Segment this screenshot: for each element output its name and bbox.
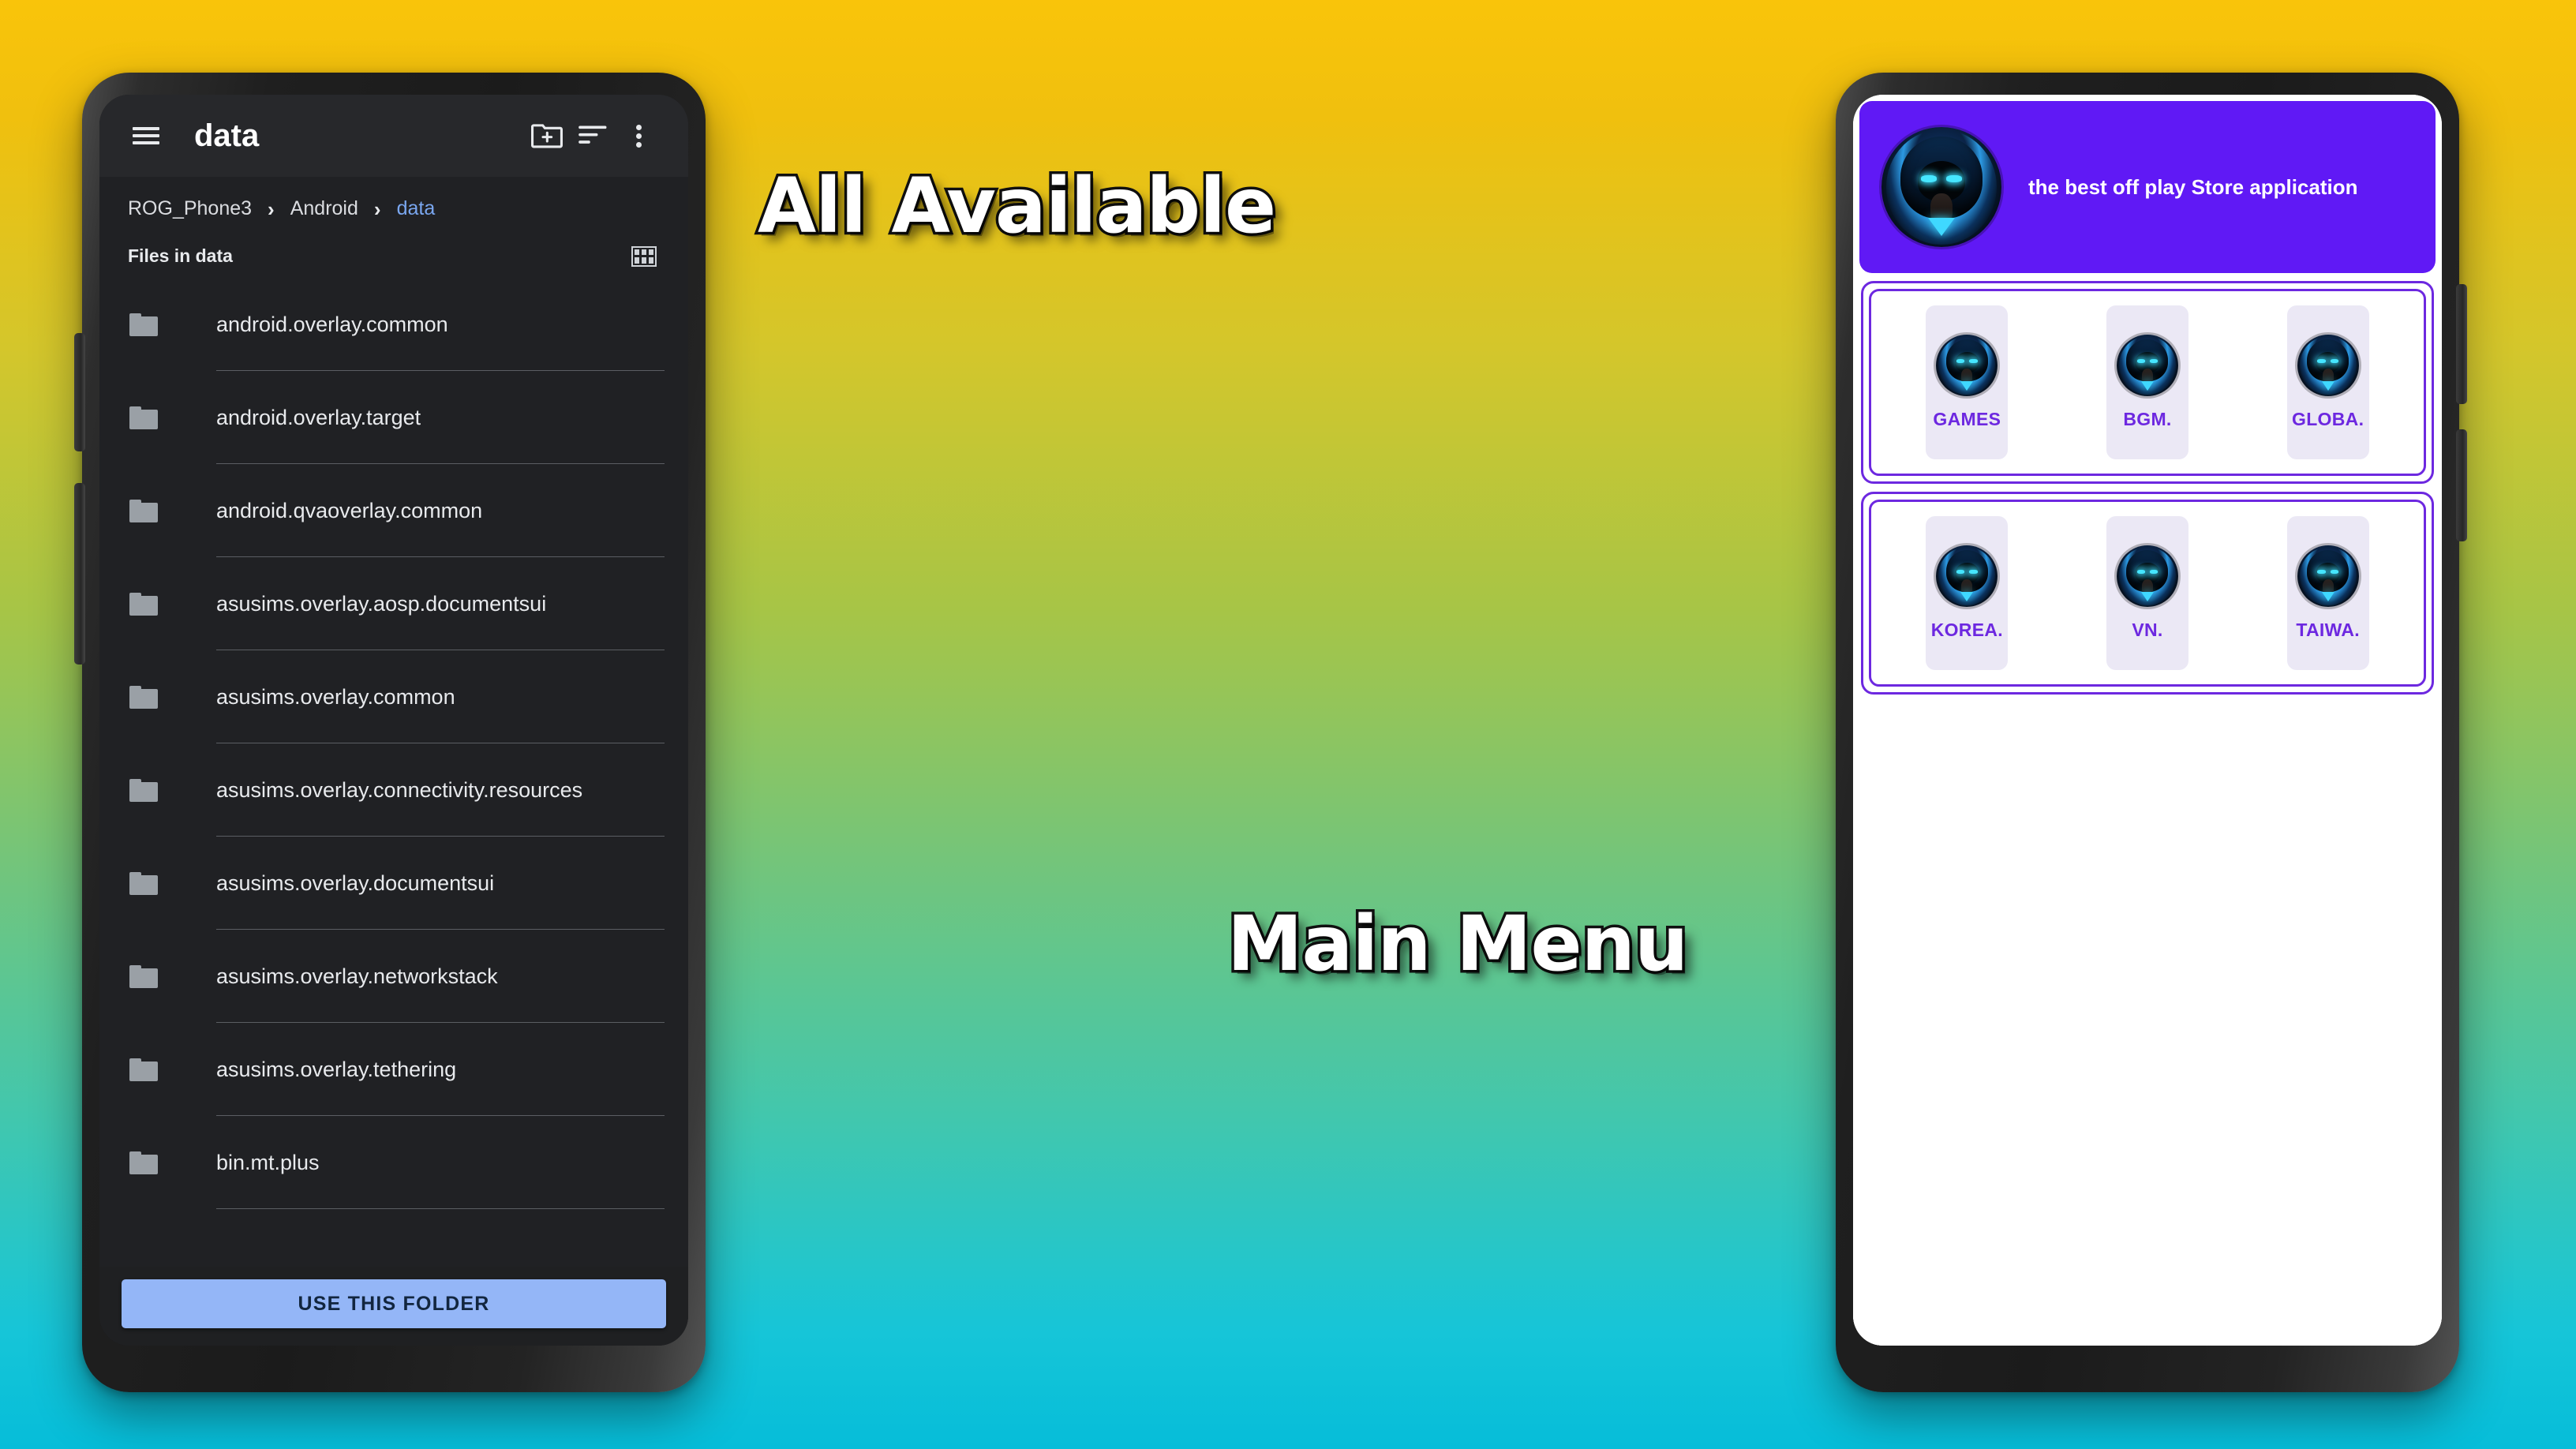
phone-side-button-power[interactable] — [2456, 429, 2467, 541]
sort-icon — [578, 125, 607, 144]
file-name: asusims.overlay.tethering — [216, 1057, 457, 1081]
file-name: asusims.overlay.common — [216, 684, 455, 709]
file-name: asusims.overlay.aosp.documentsui — [216, 591, 547, 616]
store-banner-title: the best off play Store application — [2028, 174, 2358, 199]
folder-icon — [129, 313, 158, 336]
app-card-label: KOREA. — [1930, 620, 2003, 640]
phone-side-button-volume[interactable] — [2456, 284, 2467, 404]
breadcrumb-item-root[interactable]: ROG_Phone3 — [128, 197, 252, 220]
sort-button[interactable] — [570, 113, 616, 159]
store-empty-area — [1853, 695, 2442, 1346]
app-card-label: VN. — [2132, 620, 2163, 640]
file-name: asusims.overlay.networkstack — [216, 964, 498, 988]
phone-screen-right: the best off play Store application GAME… — [1853, 95, 2442, 1346]
hooded-figure-app-logo — [2297, 545, 2359, 607]
hooded-figure-app-logo — [1881, 127, 2001, 247]
file-list[interactable]: android.overlay.common android.overlay.t… — [99, 278, 688, 1267]
app-category-row-1: GAMES BGM. GLOBA. — [1861, 281, 2434, 484]
folder-icon — [129, 406, 158, 429]
hooded-figure-app-logo — [2116, 545, 2178, 607]
table-row[interactable]: android.overlay.target — [99, 371, 688, 464]
table-row[interactable]: android.qvaoverlay.common — [99, 464, 688, 557]
app-card-bgm[interactable]: BGM. — [2106, 305, 2188, 459]
grid-view-icon[interactable] — [631, 245, 657, 267]
phone-mockup-left: data ROG_Phone3 › Android › data Files i… — [74, 73, 706, 1392]
table-row[interactable]: asusims.overlay.aosp.documentsui — [99, 557, 688, 650]
app-store-main-menu: the best off play Store application GAME… — [1853, 95, 2442, 1346]
hooded-figure-app-logo — [2116, 335, 2178, 396]
promo-canvas: All Available Main Menu data ROG_Phone3 … — [0, 0, 2576, 1449]
phone-side-button-volume[interactable] — [74, 333, 85, 451]
hamburger-menu-button[interactable] — [123, 113, 169, 159]
more-vertical-icon — [635, 122, 642, 151]
file-name: asusims.overlay.connectivity.resources — [216, 777, 583, 802]
chevron-right-icon: › — [373, 197, 381, 221]
app-card-games[interactable]: GAMES — [1926, 305, 2009, 459]
file-name: asusims.overlay.documentsui — [216, 871, 495, 895]
page-title: data — [194, 118, 260, 153]
table-row[interactable]: asusims.overlay.tethering — [99, 1023, 688, 1116]
table-row[interactable]: asusims.overlay.networkstack — [99, 930, 688, 1023]
phone-mockup-right: the best off play Store application GAME… — [1836, 73, 2467, 1392]
folder-icon — [129, 871, 158, 895]
folder-icon — [129, 778, 158, 802]
hamburger-icon — [133, 123, 159, 148]
chevron-right-icon: › — [268, 197, 275, 221]
table-row[interactable]: asusims.overlay.connectivity.resources — [99, 743, 688, 837]
file-list-label: Files in data — [128, 245, 233, 266]
new-folder-icon — [531, 124, 563, 148]
file-name: bin.mt.plus — [216, 1150, 320, 1174]
breadcrumb: ROG_Phone3 › Android › data — [99, 177, 688, 228]
folder-icon — [129, 592, 158, 616]
file-manager-appbar: data — [99, 95, 688, 177]
file-name: android.overlay.common — [216, 312, 448, 336]
file-name: android.qvaoverlay.common — [216, 498, 483, 522]
hooded-figure-app-logo — [1936, 335, 1998, 396]
app-card-taiwa[interactable]: TAIWA. — [2286, 516, 2369, 670]
table-row[interactable]: asusims.overlay.common — [99, 650, 688, 743]
new-folder-button[interactable] — [524, 113, 570, 159]
app-card-vn[interactable]: VN. — [2106, 516, 2188, 670]
app-card-label: BGM. — [2123, 409, 2172, 429]
folder-icon — [129, 1058, 158, 1081]
file-manager-footer: USE THIS FOLDER — [99, 1267, 688, 1346]
file-name: android.overlay.target — [216, 405, 421, 429]
app-card-label: GAMES — [1933, 409, 2001, 429]
file-manager-app: data ROG_Phone3 › Android › data Files i… — [99, 95, 688, 1346]
file-list-subheader: Files in data — [99, 228, 688, 278]
table-row[interactable]: asusims.overlay.documentsui — [99, 837, 688, 930]
headline-main-menu: Main Menu — [1224, 897, 1690, 991]
phone-side-button-power[interactable] — [74, 483, 85, 665]
folder-icon — [129, 499, 158, 522]
table-row[interactable]: bin.mt.plus — [99, 1116, 688, 1209]
hooded-figure-app-logo — [1936, 545, 1998, 607]
store-banner: the best off play Store application — [1859, 101, 2436, 273]
use-this-folder-button[interactable]: USE THIS FOLDER — [122, 1279, 666, 1328]
app-card-globa[interactable]: GLOBA. — [2286, 305, 2369, 459]
phone-screen-left: data ROG_Phone3 › Android › data Files i… — [99, 95, 688, 1346]
hooded-figure-app-logo — [2297, 335, 2359, 396]
app-card-korea[interactable]: KOREA. — [1926, 516, 2009, 670]
breadcrumb-item-android[interactable]: Android — [290, 197, 358, 220]
app-category-row-2: KOREA. VN. TAIWA. — [1861, 492, 2434, 695]
app-card-label: TAIWA. — [2296, 620, 2360, 640]
folder-icon — [129, 685, 158, 709]
breadcrumb-item-current[interactable]: data — [397, 197, 436, 220]
app-card-label: GLOBA. — [2292, 409, 2364, 429]
headline-all-available: All Available — [754, 159, 1279, 253]
table-row[interactable]: android.overlay.common — [99, 278, 688, 371]
overflow-menu-button[interactable] — [616, 113, 661, 159]
folder-icon — [129, 1151, 158, 1174]
folder-icon — [129, 964, 158, 988]
